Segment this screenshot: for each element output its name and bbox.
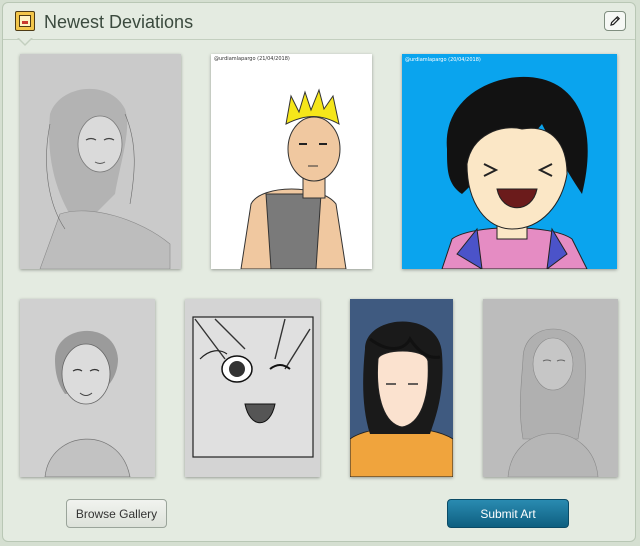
thumbnail-image [211, 54, 372, 269]
thumbnail-caption: @urdiamlapargo (20/04/2018) [405, 57, 481, 63]
deviation-thumb-5[interactable] [185, 299, 320, 477]
deviation-thumb-2[interactable]: @urdiamlapargo (21/04/2018) [211, 54, 372, 269]
deviation-thumb-6[interactable] [350, 299, 453, 477]
submit-art-button[interactable]: Submit Art [447, 499, 569, 528]
deviation-thumb-3[interactable]: @urdiamlapargo (20/04/2018) [402, 54, 617, 269]
deviation-thumb-7[interactable] [483, 299, 618, 477]
thumbnail-image [402, 54, 617, 269]
deviation-thumb-4[interactable] [20, 299, 155, 477]
pencil-icon [610, 15, 621, 26]
widget-header: Newest Deviations [3, 3, 635, 46]
thumbnail-image [20, 54, 181, 269]
thumbnail-caption: @urdiamlapargo (21/04/2018) [214, 56, 290, 62]
thumbnail-image [483, 299, 618, 477]
thumbnail-image [350, 299, 453, 477]
thumbnail-image [20, 299, 155, 477]
header-pointer [17, 37, 33, 46]
thumbnail-image [185, 299, 320, 477]
browse-gallery-button[interactable]: Browse Gallery [66, 499, 167, 528]
gallery-icon [15, 11, 35, 31]
deviation-thumb-1[interactable] [20, 54, 181, 269]
edit-button[interactable] [604, 11, 626, 31]
widget-title: Newest Deviations [44, 12, 194, 32]
